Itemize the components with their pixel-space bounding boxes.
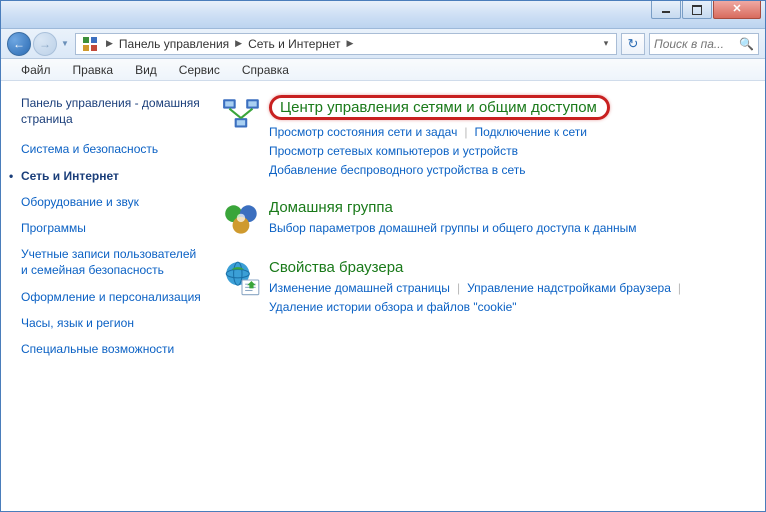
separator: | — [457, 125, 474, 139]
link-add-wireless[interactable]: Добавление беспроводного устройства в се… — [269, 163, 526, 177]
control-panel-icon — [82, 36, 98, 52]
close-button[interactable] — [713, 1, 761, 19]
link-manage-addons[interactable]: Управление надстройками браузера — [467, 281, 671, 295]
sidebar: Панель управления - домашняя страница Си… — [1, 81, 211, 511]
address-dropdown[interactable]: ▾ — [598, 38, 614, 49]
forward-arrow-icon: → — [39, 37, 51, 51]
link-connect[interactable]: Подключение к сети — [474, 125, 586, 139]
address-bar[interactable]: ▶ Панель управления ▶ Сеть и Интернет ▶ … — [75, 33, 617, 55]
link-homegroup-options[interactable]: Выбор параметров домашней группы и общег… — [269, 221, 637, 235]
nav-history-dropdown[interactable]: ▼ — [59, 34, 71, 54]
nav-arrows: ← → ▼ — [7, 32, 71, 56]
content: Центр управления сетями и общим доступом… — [211, 81, 765, 511]
search-input[interactable] — [654, 37, 734, 51]
category-internet-options: Свойства браузера Изменение домашней стр… — [221, 259, 751, 317]
search-icon: 🔍 — [739, 37, 754, 51]
sidebar-item-programs[interactable]: Программы — [21, 220, 205, 236]
menu-edit[interactable]: Правка — [63, 61, 124, 79]
sublinks: Выбор параметров домашней группы и общег… — [269, 219, 751, 238]
sidebar-item-network[interactable]: Сеть и Интернет — [21, 168, 205, 184]
network-sharing-title[interactable]: Центр управления сетями и общим доступом — [269, 95, 751, 120]
sidebar-item-hardware[interactable]: Оборудование и звук — [21, 194, 205, 210]
address-bar-row: ← → ▼ ▶ Панель управления ▶ Сеть и Интер… — [1, 29, 765, 59]
internet-options-icon — [221, 259, 263, 301]
category-body: Домашняя группа Выбор параметров домашне… — [269, 199, 751, 241]
link-change-homepage[interactable]: Изменение домашней страницы — [269, 281, 450, 295]
refresh-button[interactable]: ↻ — [621, 33, 645, 55]
homegroup-title[interactable]: Домашняя группа — [269, 199, 751, 216]
sublinks: Просмотр состояния сети и задач|Подключе… — [269, 123, 751, 181]
sidebar-home-link[interactable]: Панель управления - домашняя страница — [21, 95, 205, 127]
window-controls — [650, 1, 761, 19]
sidebar-item-appearance[interactable]: Оформление и персонализация — [21, 289, 205, 305]
menubar: Файл Правка Вид Сервис Справка — [1, 59, 765, 81]
forward-button[interactable]: → — [33, 32, 57, 56]
link-view-devices[interactable]: Просмотр сетевых компьютеров и устройств — [269, 144, 518, 158]
category-body: Центр управления сетями и общим доступом… — [269, 95, 751, 181]
menu-file[interactable]: Файл — [11, 61, 61, 79]
breadcrumb-current[interactable]: Сеть и Интернет — [246, 37, 342, 51]
highlight-annotation: Центр управления сетями и общим доступом — [269, 95, 610, 120]
internet-options-title[interactable]: Свойства браузера — [269, 259, 751, 276]
search-box[interactable]: 🔍 — [649, 33, 759, 55]
link-view-status[interactable]: Просмотр состояния сети и задач — [269, 125, 457, 139]
homegroup-icon — [221, 199, 263, 241]
category-network-sharing: Центр управления сетями и общим доступом… — [221, 95, 751, 181]
chevron-right-icon: ▶ — [231, 38, 246, 49]
sublinks: Изменение домашней страницы|Управление н… — [269, 279, 751, 317]
back-arrow-icon: ← — [13, 37, 25, 51]
sidebar-item-accounts[interactable]: Учетные записи пользователей и семейная … — [21, 246, 205, 278]
category-body: Свойства браузера Изменение домашней стр… — [269, 259, 751, 317]
sidebar-item-ease[interactable]: Специальные возможности — [21, 341, 205, 357]
separator: | — [671, 281, 688, 295]
menu-view[interactable]: Вид — [125, 61, 167, 79]
back-button[interactable]: ← — [7, 32, 31, 56]
link-delete-history[interactable]: Удаление истории обзора и файлов "cookie… — [269, 300, 517, 314]
window: ← → ▼ ▶ Панель управления ▶ Сеть и Интер… — [0, 0, 766, 512]
menu-tools[interactable]: Сервис — [169, 61, 230, 79]
sidebar-item-system[interactable]: Система и безопасность — [21, 141, 205, 157]
category-homegroup: Домашняя группа Выбор параметров домашне… — [221, 199, 751, 241]
sidebar-item-clock[interactable]: Часы, язык и регион — [21, 315, 205, 331]
minimize-button[interactable] — [651, 1, 681, 19]
network-sharing-title-text: Центр управления сетями и общим доступом — [280, 99, 597, 116]
network-sharing-icon — [221, 95, 263, 137]
chevron-right-icon: ▶ — [343, 38, 358, 49]
breadcrumb-root[interactable]: Панель управления — [117, 37, 231, 51]
chevron-right-icon: ▶ — [102, 38, 117, 49]
separator: | — [450, 281, 467, 295]
maximize-button[interactable] — [682, 1, 712, 19]
titlebar — [1, 1, 765, 29]
refresh-icon: ↻ — [628, 36, 639, 52]
menu-help[interactable]: Справка — [232, 61, 299, 79]
body: Панель управления - домашняя страница Си… — [1, 81, 765, 511]
